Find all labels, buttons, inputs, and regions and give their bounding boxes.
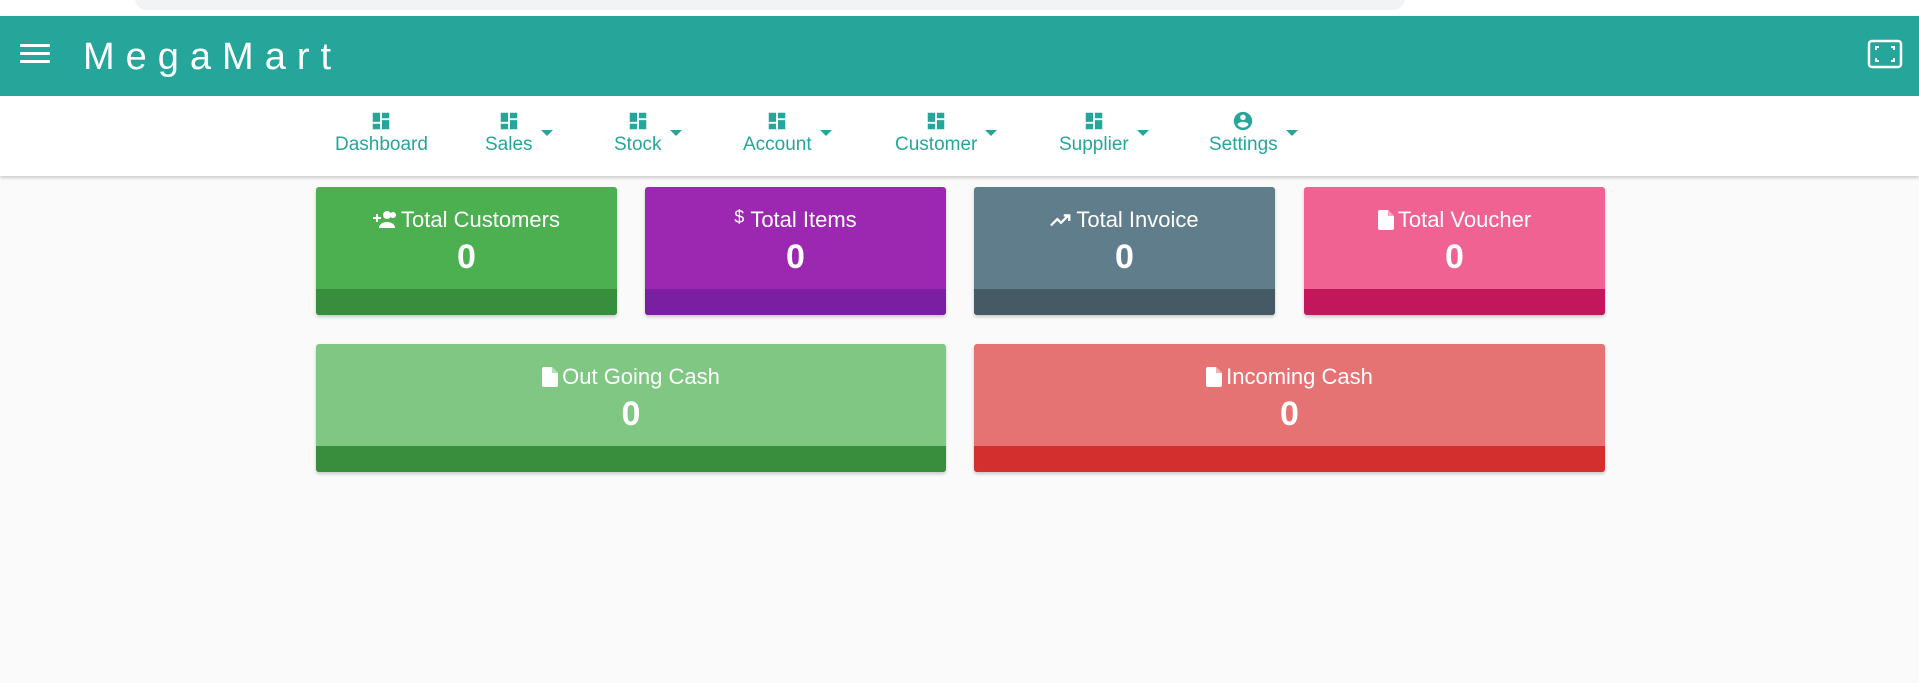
- dashboard-icon: [769, 112, 786, 130]
- card-title: Out Going Cash: [562, 364, 720, 389]
- chevron-down-icon: [669, 130, 682, 136]
- group-add-icon: [373, 211, 397, 228]
- nav-label: Dashboard: [335, 134, 428, 155]
- address-bar[interactable]: [135, 0, 1405, 10]
- dashboard-icon: [373, 112, 390, 130]
- card-footer: [974, 289, 1275, 315]
- nav-label: Settings: [1209, 134, 1278, 155]
- card-total-customers[interactable]: Total Customers 0: [316, 187, 617, 315]
- card-value: 0: [786, 238, 805, 276]
- nav-label: Customer: [895, 134, 978, 155]
- trending-up-icon: [1050, 214, 1071, 227]
- chevron-down-icon: [1285, 130, 1298, 136]
- card-title: Total Invoice: [1076, 207, 1199, 232]
- card-footer: [316, 446, 946, 472]
- card-total-voucher[interactable]: Total Voucher 0: [1304, 187, 1605, 315]
- card-value: 0: [457, 238, 476, 276]
- card-out-going-cash[interactable]: Out Going Cash 0: [316, 344, 946, 472]
- card-total-items[interactable]: $ Total Items 0: [645, 187, 946, 315]
- card-footer: [645, 289, 946, 315]
- nav-item-stock[interactable]: Stock: [614, 110, 682, 166]
- card-total-invoice[interactable]: Total Invoice 0: [974, 187, 1275, 315]
- chevron-down-icon: [985, 130, 998, 136]
- account-circle-icon: [1234, 111, 1253, 131]
- nav-label: Supplier: [1059, 134, 1129, 155]
- app-bar: MegaMart: [0, 16, 1919, 96]
- document-icon: [1377, 210, 1394, 230]
- card-footer: [1304, 289, 1605, 315]
- dashboard-icon: [1085, 112, 1103, 130]
- nav-item-customer[interactable]: Customer: [895, 110, 998, 166]
- nav-item-supplier[interactable]: Supplier: [1059, 110, 1149, 166]
- card-footer: [316, 289, 617, 315]
- fullscreen-icon[interactable]: [1867, 38, 1903, 70]
- nav-item-account[interactable]: Account: [743, 110, 832, 166]
- chevron-down-icon: [540, 130, 553, 136]
- card-incoming-cash[interactable]: Incoming Cash 0: [974, 344, 1605, 472]
- menu-icon[interactable]: [20, 44, 52, 68]
- dashboard-icon: [927, 112, 945, 130]
- card-title: Total Voucher: [1397, 207, 1532, 232]
- card-value: 0: [1280, 395, 1299, 433]
- nav-item-dashboard[interactable]: Dashboard: [335, 110, 428, 166]
- nav-item-settings[interactable]: Settings: [1209, 110, 1298, 166]
- main-nav: Dashboard Sales Stock Account Customer S…: [0, 96, 1919, 176]
- dashboard-icon: [500, 112, 518, 130]
- chevron-down-icon: [1136, 130, 1149, 136]
- app-title: MegaMart: [83, 36, 343, 78]
- card-title: Total Items: [750, 207, 857, 232]
- browser-chrome: [0, 0, 1919, 16]
- card-title: Total Customers: [401, 207, 560, 232]
- dollar-icon: $: [734, 206, 745, 227]
- document-icon: [1206, 367, 1223, 387]
- card-value: 0: [1445, 238, 1464, 276]
- chevron-down-icon: [819, 130, 832, 136]
- card-footer: [974, 446, 1605, 472]
- nav-label: Stock: [614, 134, 662, 155]
- card-title: Incoming Cash: [1226, 364, 1373, 389]
- card-value: 0: [621, 395, 641, 433]
- nav-label: Sales: [485, 134, 533, 155]
- dashboard-icon: [629, 112, 647, 130]
- nav-label: Account: [743, 134, 812, 155]
- document-icon: [542, 367, 559, 387]
- nav-item-sales[interactable]: Sales: [485, 110, 553, 166]
- card-value: 0: [1115, 238, 1134, 276]
